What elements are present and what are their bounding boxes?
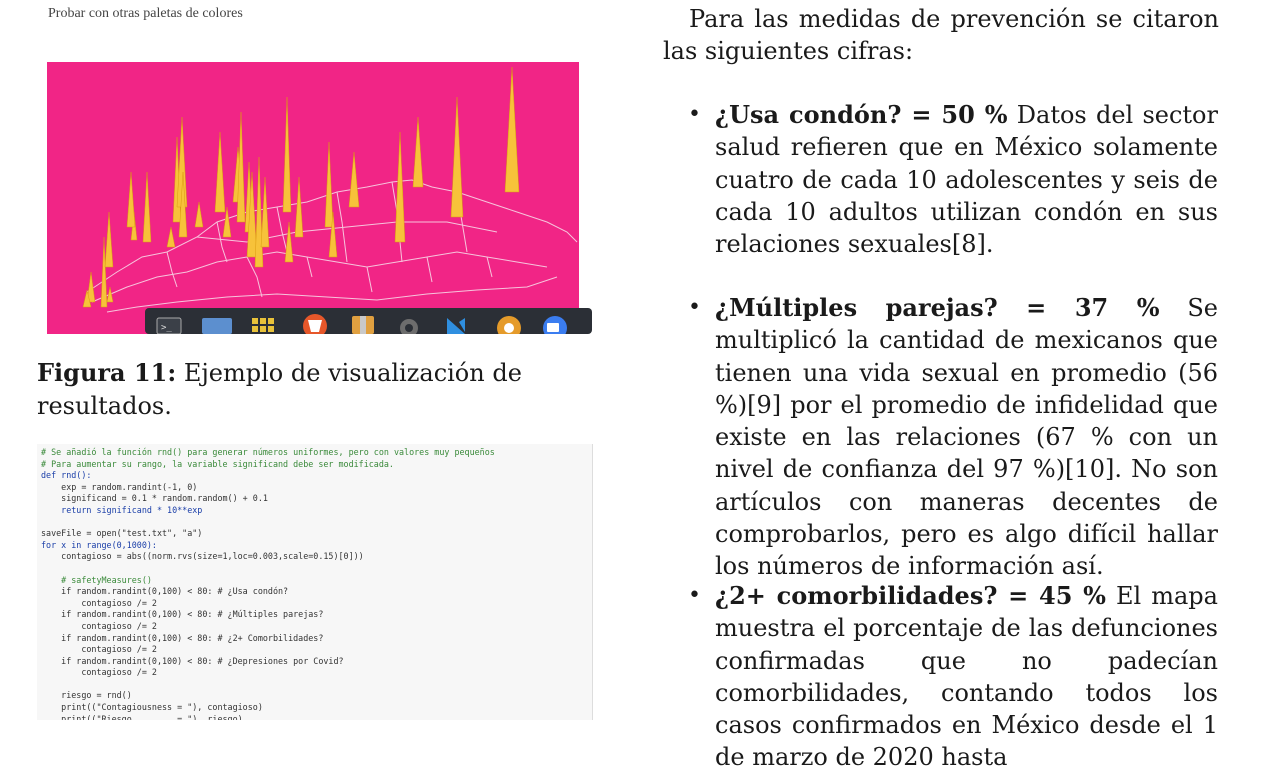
code-line: def rnd(): <box>41 470 92 481</box>
code-line: # Para aumentar su rango, la variable si… <box>41 458 394 469</box>
left-column: Probar con otras paletas de colores >_ F… <box>0 0 620 720</box>
intro-paragraph: Para las medidas de prevención se citaro… <box>663 5 1219 66</box>
code-line: contagioso /= 2 <box>41 620 157 631</box>
bullet-dot-icon: • <box>688 583 701 608</box>
code-line: riesgo = rnd() <box>41 690 132 701</box>
bullet-heading: ¿Usa condón? = 50 % <box>715 100 1008 129</box>
code-line: saveFile = open("test.txt", "a") <box>41 528 203 539</box>
code-line: significand = 0.1 * random.random() + 0.… <box>41 493 268 504</box>
bullet-text: Se multiplicó la cantidad de mexicanos q… <box>715 294 1218 581</box>
bullet-text: El mapa muestra el porcentaje de las def… <box>715 582 1218 772</box>
code-line: # Se añadió la función rnd() para genera… <box>41 447 495 457</box>
code-line: for x in range(0,1000): <box>41 539 157 550</box>
code-line: if random.randint(0,100) < 80: # ¿Usa co… <box>41 586 289 597</box>
code-line: if random.randint(0,100) < 80: # ¿2+ Com… <box>41 632 324 643</box>
code-line: contagioso /= 2 <box>41 597 157 608</box>
bullet-item: • ¿2+ comorbilidades? = 45 % El mapa mue… <box>688 580 1218 774</box>
code-screenshot: # Se añadió la función rnd() para genera… <box>37 444 593 720</box>
code-line: return significand * 10**exp <box>41 504 203 515</box>
code-line: contagioso /= 2 <box>41 644 157 655</box>
svg-text:>_: >_ <box>161 323 172 333</box>
code-line: exp = random.randint(-1, 0) <box>41 481 198 492</box>
bullet-heading: ¿Múltiples parejas? = 37 % <box>715 293 1160 322</box>
code-line: print(("Contagiousness = "), contagioso) <box>41 702 263 713</box>
code-line: contagioso = abs((norm.rvs(size=1,loc=0.… <box>41 551 364 562</box>
figure-map-image: >_ <box>47 62 592 334</box>
figure-background <box>47 62 579 334</box>
code-line: if random.randint(0,100) < 80: # ¿Depres… <box>41 655 344 666</box>
caption-label: Figura 11: <box>37 358 177 387</box>
top-note: Probar con otras paletas de colores <box>48 6 243 21</box>
bullet-item: • ¿Múltiples parejas? = 37 % Se multipli… <box>688 292 1218 583</box>
figure-caption: Figura 11: Ejemplo de visualización de r… <box>37 356 602 423</box>
bullet-dot-icon: • <box>688 102 701 127</box>
bullet-dot-icon: • <box>688 295 701 320</box>
code-line: contagioso /= 2 <box>41 667 157 678</box>
code-line: # safetyMeasures() <box>41 574 152 585</box>
right-column: Para las medidas de prevención se citaro… <box>663 0 1219 771</box>
code-line: print(("Riesgo = "), riesgo) <box>41 713 243 720</box>
folder-icon <box>202 318 232 334</box>
bullet-heading: ¿2+ comorbilidades? = 45 % <box>715 581 1106 610</box>
code-line: if random.randint(0,100) < 80: # ¿Múltip… <box>41 609 324 620</box>
bullet-item: • ¿Usa condón? = 50 % Datos del sector s… <box>688 99 1218 260</box>
